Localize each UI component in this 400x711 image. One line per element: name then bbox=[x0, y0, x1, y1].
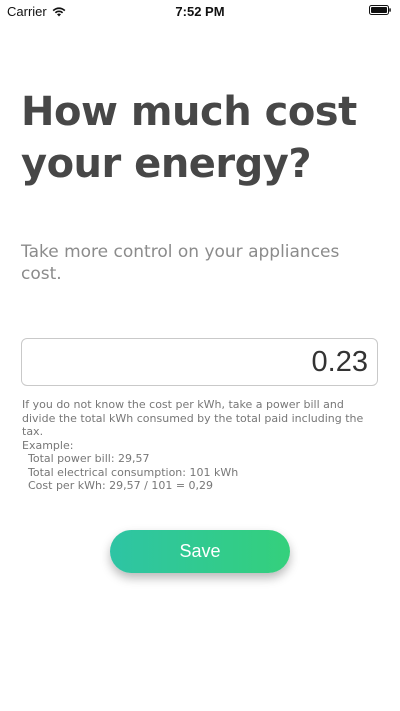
help-intro: If you do not know the cost per kWh, tak… bbox=[22, 398, 364, 438]
battery-icon bbox=[369, 5, 391, 15]
page-title: How much cost your energy? bbox=[21, 89, 357, 187]
example-line-consumption: Total electrical consumption: 101 kWh bbox=[28, 465, 239, 479]
example-line-cost: Cost per kWh: 29,57 / 101 = 0,29 bbox=[28, 479, 214, 492]
save-button[interactable]: Save bbox=[110, 530, 290, 573]
example-line-bill: Total power bill: 29,57 bbox=[28, 452, 150, 465]
cost-per-kwh-input[interactable] bbox=[21, 338, 378, 386]
help-example-label: Example: bbox=[22, 438, 74, 452]
help-text: If you do not know the cost per kWh, tak… bbox=[22, 398, 378, 493]
status-bar: Carrier 7:52 PM bbox=[0, 0, 400, 22]
status-time: 7:52 PM bbox=[175, 4, 225, 19]
page-subtitle: Take more control on your appliances cos… bbox=[21, 242, 340, 284]
example-lines: Total power bill: 29,57 Total electrical… bbox=[22, 452, 378, 493]
